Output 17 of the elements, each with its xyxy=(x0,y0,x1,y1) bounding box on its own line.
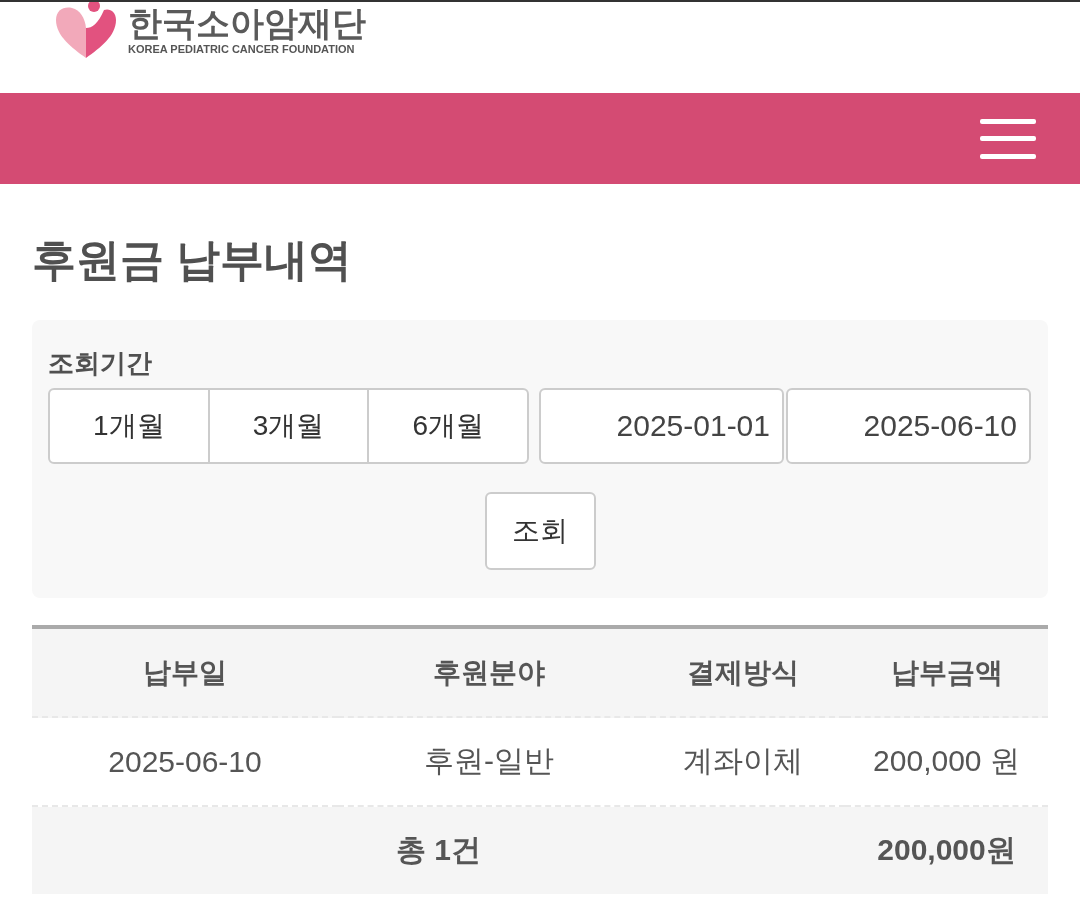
period-button[interactable]: 1개월 xyxy=(48,388,210,464)
period-button[interactable]: 3개월 xyxy=(207,388,370,464)
column-header: 후원분야 xyxy=(338,629,640,718)
column-header: 결제방식 xyxy=(640,629,845,718)
search-button[interactable]: 조회 xyxy=(484,492,596,570)
total-amount: 200,000원 xyxy=(845,807,1048,894)
column-header: 납부금액 xyxy=(845,629,1048,718)
page-title: 후원금 납부내역 xyxy=(32,234,354,286)
logo-subtitle: KOREA PEDIATRIC CANCER FOUNDATION xyxy=(128,42,356,56)
menu-icon[interactable] xyxy=(980,118,1036,159)
period-button[interactable]: 6개월 xyxy=(367,388,529,464)
start-date-field[interactable]: 2025-01-01 xyxy=(539,388,784,464)
logo-name: 한국소아암재단 xyxy=(128,4,366,42)
column-header: 납부일 xyxy=(32,629,338,718)
end-date-field[interactable]: 2025-06-10 xyxy=(786,388,1031,464)
total-count: 총 1건 xyxy=(32,807,845,894)
filter-label: 조회기간 xyxy=(48,347,153,380)
